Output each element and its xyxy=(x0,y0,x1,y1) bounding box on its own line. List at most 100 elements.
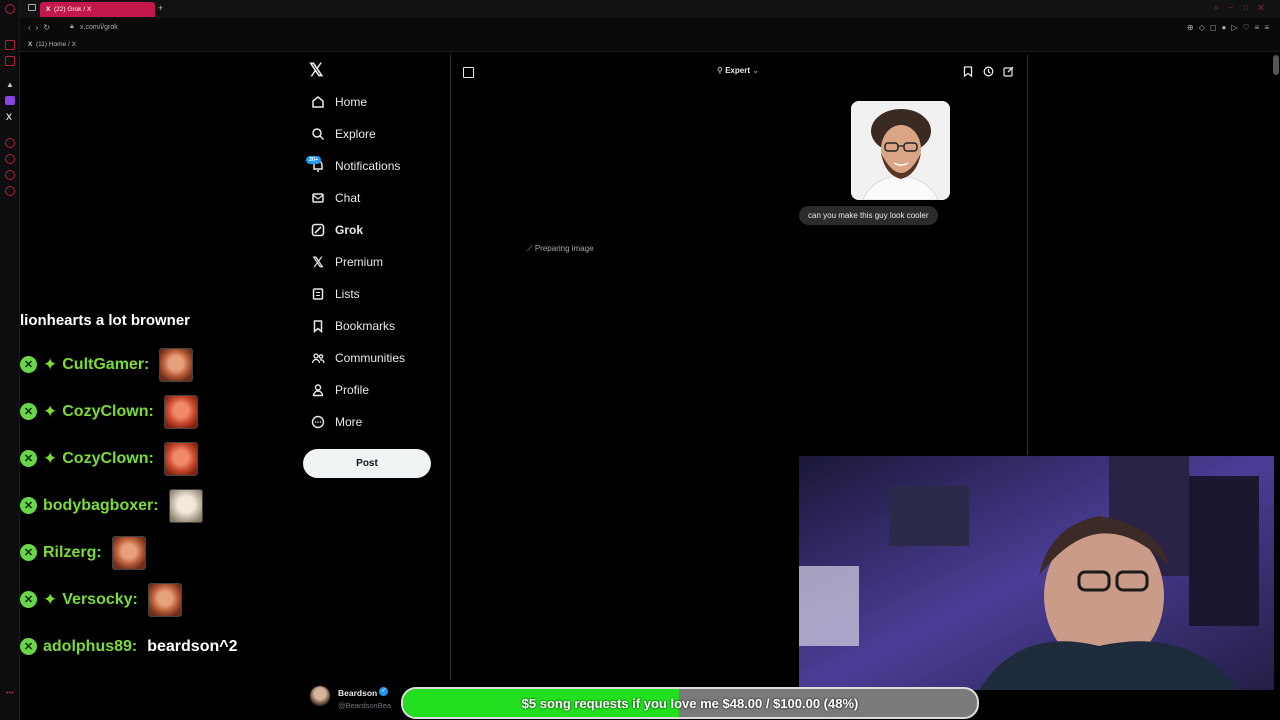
sidebar-more-icon[interactable]: ••• xyxy=(6,690,13,697)
bookmarks-bar: X (11) Home / X xyxy=(20,38,1280,52)
browser-sidebar: ▲ X ••• xyxy=(0,0,20,720)
chat-username: CozyClown: xyxy=(62,402,154,420)
moderator-badge-icon: ✕ xyxy=(20,497,37,514)
workspace-icon[interactable] xyxy=(28,4,36,11)
scrollbar[interactable] xyxy=(1273,55,1279,75)
verified-icon: ✓ xyxy=(379,686,389,696)
post-button[interactable]: Post xyxy=(303,449,431,478)
home-icon xyxy=(309,93,327,111)
avatar xyxy=(310,686,330,706)
sidebar-icon-c[interactable] xyxy=(5,170,15,180)
nav-premium[interactable]: 𝕏 Premium xyxy=(309,250,383,274)
bookmark-x-icon: X xyxy=(28,41,33,48)
nav-notifications[interactable]: Notifications xyxy=(309,154,400,178)
sidebar-icon-b[interactable] xyxy=(5,154,15,164)
new-tab-button[interactable]: + xyxy=(158,3,163,13)
lightbulb-icon: ⚲ xyxy=(717,66,723,75)
goal-text: $5 song requests if you love me $48.00 /… xyxy=(521,695,859,711)
toolbar-icons[interactable]: ⊕◇◻●▷♡≡≡ xyxy=(1187,23,1274,32)
opera-logo-icon[interactable] xyxy=(5,4,15,14)
webcam-feed xyxy=(799,456,1274,690)
grok-icon xyxy=(309,221,327,239)
chat-message: ✕ ✦ CultGamer: xyxy=(20,341,238,388)
status-text: Preparing image xyxy=(534,244,594,253)
chat-text: beardson^2 xyxy=(147,637,238,655)
model-select[interactable]: ⚲ Expert ⌄ xyxy=(717,66,759,75)
x-logo-icon[interactable]: 𝕏 xyxy=(309,60,324,81)
chat-emote xyxy=(159,347,194,382)
subscriber-badge-icon: ✦ xyxy=(43,448,58,468)
tab-grok[interactable]: X (22) Grok / X xyxy=(40,2,155,17)
nav-chat[interactable]: Chat xyxy=(309,186,360,210)
subscriber-badge-icon: ✦ xyxy=(43,589,58,609)
nav-label: Home xyxy=(335,95,368,109)
chat-message: ✕ ✦ CozyClown: xyxy=(20,388,238,435)
chat-emote xyxy=(147,582,182,617)
mail-icon xyxy=(309,189,327,207)
chat-message: ✕ Rilzerg: xyxy=(20,529,238,576)
nav-home[interactable]: Home xyxy=(309,90,367,114)
aria-icon[interactable]: ▲ xyxy=(6,80,14,89)
profile-name: Beardson xyxy=(338,687,378,698)
column-divider xyxy=(1027,55,1028,455)
nav-lists[interactable]: Lists xyxy=(309,282,360,306)
people-icon xyxy=(309,349,327,367)
search-icon xyxy=(309,125,327,143)
spinner-icon: ⟋ xyxy=(527,244,533,253)
nav-bookmarks[interactable]: Bookmarks xyxy=(309,314,395,338)
bookmark-chat-icon[interactable] xyxy=(963,66,973,80)
x-sidebar-icon[interactable]: X xyxy=(6,112,12,122)
profile-handle: @BeardsonBea xyxy=(338,700,392,710)
moderator-badge-icon: ✕ xyxy=(20,356,37,373)
nav-label: Lists xyxy=(335,287,360,301)
moderator-badge-icon: ✕ xyxy=(20,403,37,420)
moderator-badge-icon: ✕ xyxy=(20,638,37,655)
chat-message: ✕ bodybagboxer: xyxy=(20,482,238,529)
tab-x-icon: X xyxy=(46,6,51,13)
chat-username: Rilzerg: xyxy=(43,543,102,561)
nav-label: Bookmarks xyxy=(335,319,396,333)
nav-explore[interactable]: Explore xyxy=(309,122,376,146)
person-icon xyxy=(309,381,327,399)
moderator-badge-icon: ✕ xyxy=(20,591,37,608)
expand-icon[interactable] xyxy=(463,67,474,78)
new-chat-icon[interactable] xyxy=(1003,66,1014,80)
speed-dial-icon[interactable] xyxy=(5,40,15,50)
chat-message: ✕ ✦ Versocky: xyxy=(20,576,238,623)
history-icon[interactable] xyxy=(983,66,994,80)
settings-icon[interactable] xyxy=(5,186,15,196)
x-icon: 𝕏 xyxy=(312,253,324,270)
nav-label: Communities xyxy=(335,351,406,365)
account-switcher[interactable]: Beardson ✓ @BeardsonBea xyxy=(310,684,392,710)
stream-chat-overlay: lionhearts a lot browner ✕ ✦ CultGamer: ✕ ✦ C… xyxy=(20,312,238,670)
lock-icon: 🔒︎ xyxy=(70,23,74,30)
bookmark-label: (11) Home / X xyxy=(35,41,76,48)
subscriber-badge-icon: ✦ xyxy=(43,401,58,421)
nav-profile[interactable]: Profile xyxy=(309,378,369,402)
chat-username: CozyClown: xyxy=(62,449,154,467)
chat-emote xyxy=(168,488,203,523)
nav-more[interactable]: More xyxy=(309,410,362,434)
moderator-badge-icon: ✕ xyxy=(20,544,37,561)
chat-username: CultGamer: xyxy=(62,355,150,373)
nav-label: Explore xyxy=(335,127,376,141)
nav-grok[interactable]: Grok xyxy=(309,218,363,242)
bookmarks-sidebar-icon[interactable] xyxy=(5,56,15,66)
nav-communities[interactable]: Communities xyxy=(309,346,405,370)
sidebar-icon-a[interactable] xyxy=(5,138,15,148)
window-controls[interactable]: ⌕–□✕ xyxy=(1214,3,1274,13)
chat-message: ✕ ✦ CozyClown: xyxy=(20,435,238,482)
nav-label: Chat xyxy=(335,191,361,205)
subscriber-badge-icon: ✦ xyxy=(43,354,58,374)
navigation-buttons[interactable]: ‹›↻ xyxy=(28,23,55,32)
uploaded-photo[interactable] xyxy=(851,101,950,200)
bookmark-home-x[interactable]: X (11) Home / X xyxy=(28,41,76,48)
url-field[interactable]: x.com/i/grok xyxy=(80,24,118,31)
chat-username: bodybagboxer: xyxy=(43,496,159,514)
chat-partial-message: lionhearts a lot browner xyxy=(20,312,191,329)
nav-label: Grok xyxy=(335,223,364,237)
chat-username: Versocky: xyxy=(62,590,138,608)
twitch-icon[interactable] xyxy=(5,96,15,105)
chat-username: adolphus89: xyxy=(43,637,138,655)
chat-emote xyxy=(163,394,198,429)
